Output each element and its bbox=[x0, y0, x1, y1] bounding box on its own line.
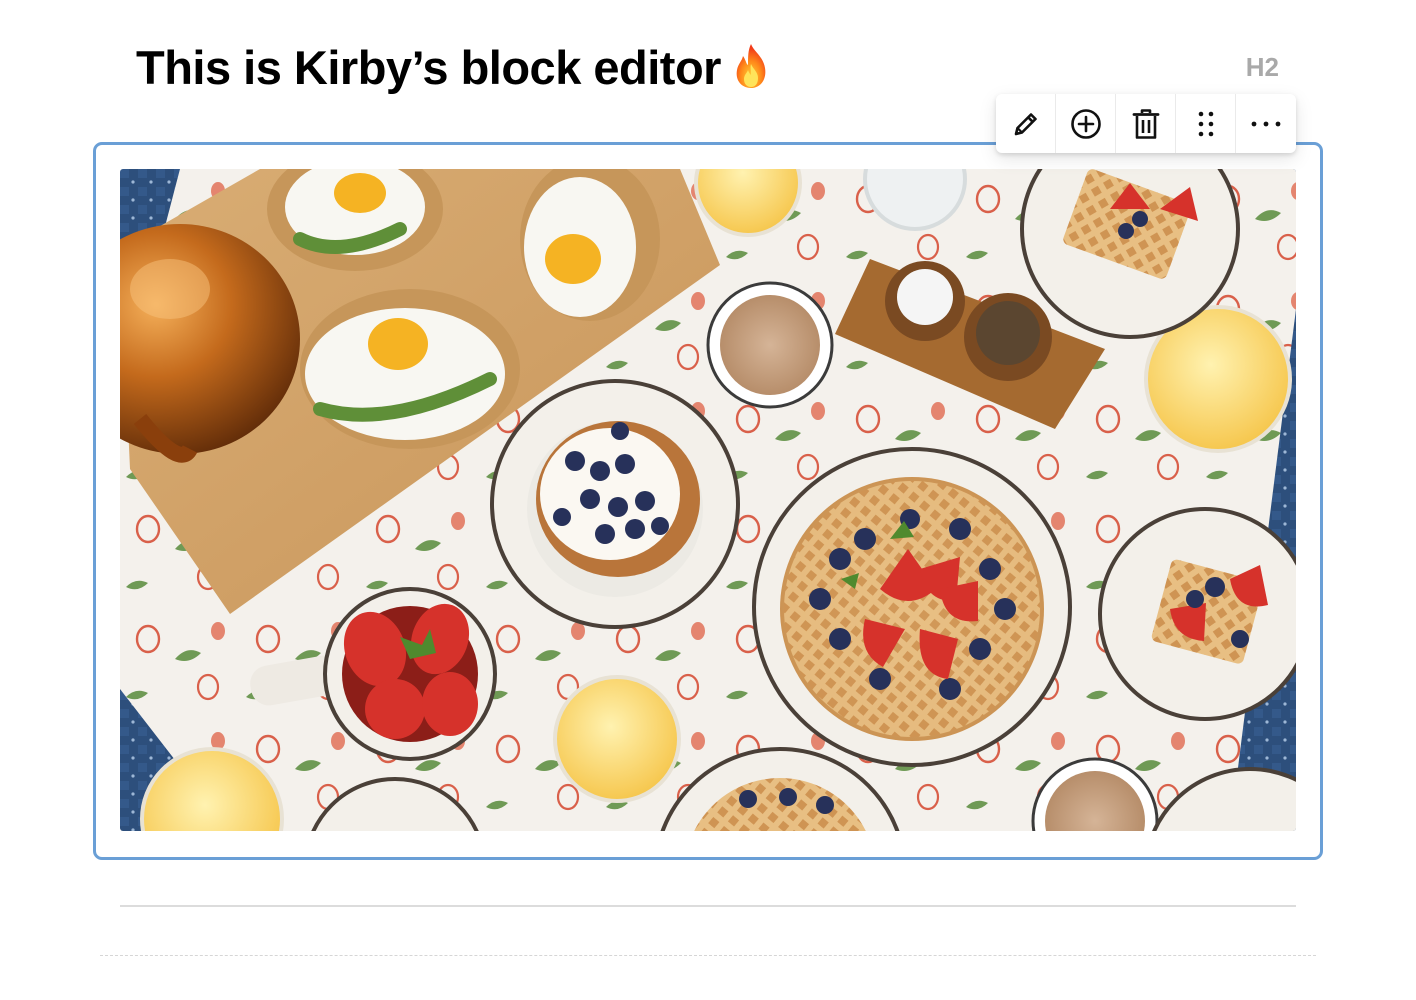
trash-icon bbox=[1132, 108, 1159, 139]
more-options-button[interactable] bbox=[1236, 94, 1296, 153]
blocks-bottom-boundary bbox=[100, 955, 1316, 956]
image-block[interactable] bbox=[93, 142, 1323, 860]
block-toolbar bbox=[996, 94, 1296, 153]
breakfast-photo-illustration bbox=[120, 169, 1296, 831]
heading-level-label: H2 bbox=[1245, 52, 1279, 82]
add-block-button[interactable] bbox=[1056, 94, 1116, 153]
heading-title[interactable]: This is Kirby’s block editor bbox=[136, 40, 771, 95]
breakfast-table-photo bbox=[120, 169, 1296, 831]
drag-handle-icon bbox=[1198, 111, 1213, 136]
divider-line[interactable] bbox=[120, 905, 1296, 907]
editor-page: This is Kirby’s block editor H2 bbox=[0, 0, 1416, 1000]
heading-text[interactable]: This is Kirby’s block editor bbox=[136, 41, 721, 94]
more-icon bbox=[1251, 121, 1281, 126]
pencil-icon bbox=[1014, 112, 1037, 135]
fire-icon bbox=[736, 44, 766, 88]
drag-handle-button[interactable] bbox=[1176, 94, 1236, 153]
delete-button[interactable] bbox=[1116, 94, 1176, 153]
plus-circle-icon bbox=[1070, 108, 1101, 139]
edit-button[interactable] bbox=[996, 94, 1056, 153]
